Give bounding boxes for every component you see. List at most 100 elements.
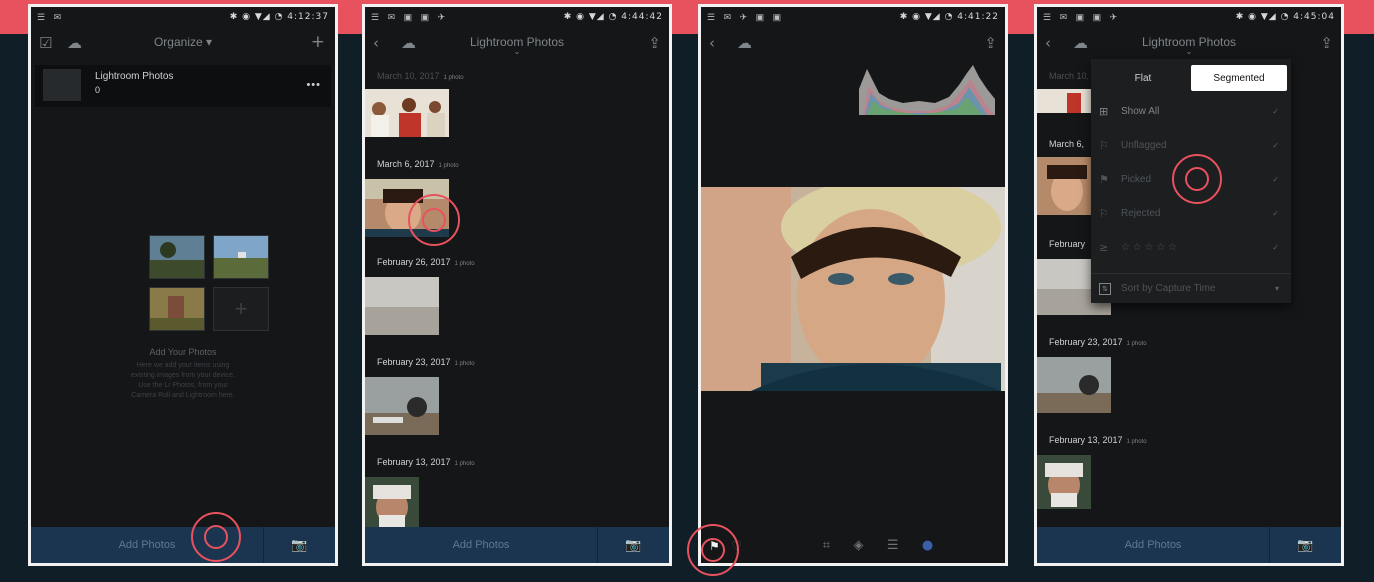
filter-rating[interactable]: ≥ ☆ ☆ ☆ ☆ ☆ ✓: [1091, 231, 1291, 263]
adjust-icon[interactable]: ☰: [887, 538, 899, 553]
album-row[interactable]: Lightroom Photos 0 •••: [35, 65, 331, 107]
add-photos-button[interactable]: Add Photos: [1037, 527, 1269, 563]
phone-loupe-view: ☰ ✉ ✈ ▣ ▣ ✱ ◉ ▼◢ ◔ 4:41:22 ‹ ☁ ⇪ ⚑ ♡ ⌗ ◈…: [698, 4, 1008, 566]
sort-dropdown[interactable]: ⇅ Sort by Capture Time ▾: [1091, 273, 1291, 303]
organize-menu[interactable]: Organize ▾: [31, 35, 335, 49]
status-icons: ☰ ✉ ▣ ▣ ✈: [1043, 11, 1121, 22]
filter-label: Rejected: [1121, 207, 1161, 219]
plus-tile-icon: +: [213, 287, 269, 331]
photo-thumb-feb23[interactable]: [1037, 357, 1111, 413]
date-header: February 26, 2017 1 photo: [377, 257, 475, 267]
bottom-bar: Add Photos 📷: [1037, 527, 1341, 563]
check-icon: ✓: [1272, 174, 1279, 184]
status-icons: ☰ ✉: [37, 11, 65, 22]
rating-operator-icon: ≥: [1099, 240, 1109, 254]
phone-filter-menu: ☰ ✉ ▣ ▣ ✈ ✱ ◉ ▼◢ ◔ 4:45:04 ‹ ☁ Lightroom…: [1034, 4, 1344, 566]
check-icon: ✓: [1272, 140, 1279, 150]
photo-thumb-feb13[interactable]: [1037, 455, 1091, 509]
back-icon[interactable]: ‹: [709, 34, 715, 52]
tap-marker: [1172, 154, 1222, 204]
add-photos-description: Here we add your items using existing im…: [131, 362, 235, 399]
filter-label: Picked: [1121, 173, 1152, 185]
more-options-icon[interactable]: •••: [306, 79, 321, 91]
add-photos-illustration: +: [149, 235, 271, 335]
filter-label: Unflagged: [1121, 139, 1167, 151]
sample-thumb-2: [213, 235, 269, 279]
date-header: March 10,: [1049, 71, 1090, 81]
cloud-icon[interactable]: ☁: [737, 34, 752, 52]
caret-down-icon: ▾: [1274, 284, 1279, 293]
rejected-flag-icon: ⚐: [1099, 206, 1109, 220]
share-icon[interactable]: ⇪: [1320, 34, 1333, 52]
star-rating: ☆ ☆ ☆ ☆ ☆: [1121, 241, 1177, 253]
filter-show-all[interactable]: ⊞ Show All ✓: [1091, 95, 1291, 127]
info-icon[interactable]: ●: [922, 538, 933, 553]
status-right: ✱ ◉ ▼◢ ◔ 4:41:22: [899, 12, 999, 22]
photo-thumb-feb13[interactable]: [365, 477, 419, 531]
photo-thumb-feb26[interactable]: [365, 277, 439, 335]
picked-flag-icon: ⚑: [1099, 172, 1109, 186]
edit-toolbar: ⌗ ◈ ☰ ●: [701, 527, 1005, 563]
status-right: ✱ ◉ ▼◢ ◔ 4:45:04: [1235, 12, 1335, 22]
sample-thumb-3: [149, 287, 205, 331]
nav-bar: ☑ ☁ Organize ▾ +: [31, 29, 335, 61]
histogram: [859, 59, 995, 115]
status-right: ✱ ◉ ▼◢ ◔ 4:12:37: [229, 12, 329, 22]
grid-icon: ⊞: [1099, 104, 1109, 118]
date-header: March 6,: [1049, 139, 1085, 149]
sample-thumb-1: [149, 235, 205, 279]
date-header: February: [1049, 239, 1086, 249]
date-header: February 13, 2017 1 photo: [377, 457, 475, 467]
tab-flat[interactable]: Flat: [1095, 65, 1191, 91]
unflagged-icon: ⚐: [1099, 138, 1109, 152]
date-header: March 10, 2017 1 photo: [377, 71, 464, 81]
tab-segmented[interactable]: Segmented: [1191, 65, 1287, 91]
main-photo: [701, 187, 1005, 391]
check-icon: ✓: [1272, 106, 1279, 116]
date-header: March 6, 2017 1 photo: [377, 159, 459, 169]
status-bar: ☰ ✉ ✱ ◉ ▼◢ ◔ 4:12:37: [31, 7, 335, 27]
chevron-down-icon: ⌄: [513, 47, 521, 56]
album-thumbnail: [43, 69, 81, 101]
check-icon: ✓: [1272, 208, 1279, 218]
status-time: 4:12:37: [287, 12, 329, 22]
status-bar: ☰ ✉ ▣ ▣ ✈ ✱ ◉ ▼◢ ◔ 4:45:04: [1037, 7, 1341, 27]
photo-thumb-march10[interactable]: [1037, 89, 1091, 113]
check-icon: ✓: [1272, 242, 1279, 252]
add-album-icon[interactable]: +: [311, 32, 325, 52]
tap-marker: [687, 524, 739, 576]
date-header: February 13, 2017 1 photo: [1049, 435, 1147, 445]
album-name: Lightroom Photos: [95, 71, 174, 82]
camera-icon[interactable]: 📷: [263, 527, 335, 563]
date-header: February 23, 2017 1 photo: [1049, 337, 1147, 347]
phone-organize: ☰ ✉ ✱ ◉ ▼◢ ◔ 4:12:37 ☑ ☁ Organize ▾ + Li…: [28, 4, 338, 566]
status-right: ✱ ◉ ▼◢ ◔ 4:44:42: [563, 12, 663, 22]
status-time: 4:45:04: [1293, 12, 1335, 22]
phone-photo-list: ☰ ✉ ▣ ▣ ✈ ✱ ◉ ▼◢ ◔ 4:44:42 ‹ ☁ Lightroom…: [362, 4, 672, 566]
crop-icon[interactable]: ⌗: [823, 538, 830, 553]
share-icon[interactable]: ⇪: [984, 34, 997, 52]
nav-bar: ‹ ☁ ⇪: [701, 29, 1005, 61]
tap-marker: [191, 512, 241, 562]
bottom-bar: Add Photos 📷: [31, 527, 335, 563]
share-icon[interactable]: ⇪: [648, 34, 661, 52]
add-photos-title: Add Your Photos: [149, 347, 217, 357]
status-bar: ☰ ✉ ▣ ▣ ✈ ✱ ◉ ▼◢ ◔ 4:44:42: [365, 7, 669, 27]
camera-icon[interactable]: 📷: [597, 527, 669, 563]
album-count: 0: [95, 85, 101, 95]
photo-thumb-march6[interactable]: [1037, 157, 1091, 215]
photo-thumb-feb23[interactable]: [365, 377, 439, 435]
filter-label: Show All: [1121, 105, 1160, 117]
presets-icon[interactable]: ◈: [853, 538, 863, 553]
tap-marker: [408, 194, 460, 246]
sort-icon: ⇅: [1099, 282, 1111, 295]
add-photos-button[interactable]: Add Photos: [365, 527, 597, 563]
nav-bar: ‹ ☁ Lightroom Photos ⌄ ⇪: [1037, 29, 1341, 61]
camera-icon[interactable]: 📷: [1269, 527, 1341, 563]
status-icons: ☰ ✉ ✈ ▣ ▣: [707, 11, 785, 22]
status-icons: ☰ ✉ ▣ ▣ ✈: [371, 11, 449, 22]
sort-label: Sort by Capture Time: [1121, 283, 1216, 294]
photo-thumb-march10[interactable]: [365, 89, 449, 137]
bottom-bar: Add Photos 📷: [365, 527, 669, 563]
view-mode-toggle: Flat Segmented: [1095, 65, 1287, 91]
